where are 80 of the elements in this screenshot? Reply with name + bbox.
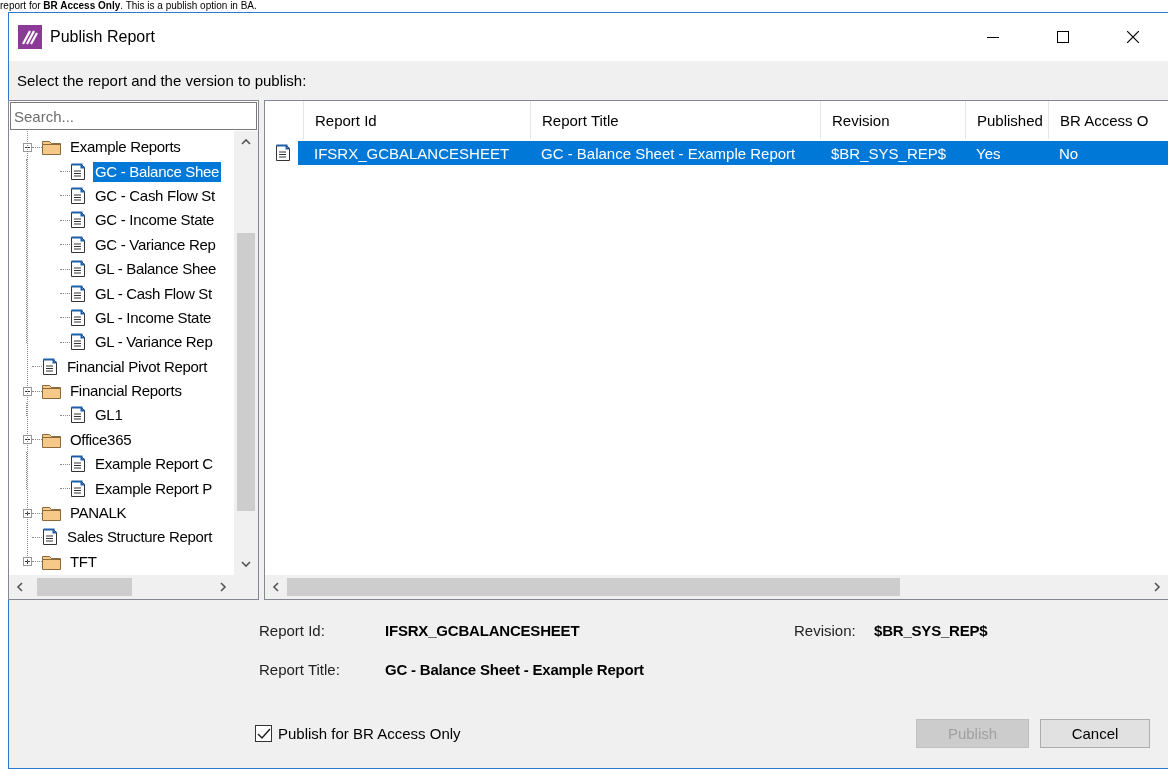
- document-icon: [70, 333, 86, 352]
- field-label: Report Title:: [259, 661, 341, 678]
- tree-item[interactable]: GL1: [93, 405, 125, 426]
- tree-item[interactable]: Office365: [68, 429, 134, 450]
- expand-icon[interactable]: [23, 557, 32, 567]
- scrollbar[interactable]: [9, 575, 234, 599]
- tree-item[interactable]: GC - Balance Shee: [93, 161, 222, 182]
- scrollbar-thumb[interactable]: [237, 233, 255, 511]
- document-icon: [70, 479, 86, 498]
- document-icon: [70, 455, 86, 474]
- close-icon: [1127, 31, 1139, 43]
- arrow-down-icon[interactable]: [240, 558, 252, 570]
- folder-icon: [42, 139, 61, 156]
- folder-icon: [42, 553, 61, 570]
- tree-item[interactable]: PANALK: [68, 503, 129, 524]
- tree-item[interactable]: TFT: [68, 551, 99, 572]
- tree-item[interactable]: GC - Cash Flow St: [93, 185, 217, 206]
- document-icon: [70, 235, 86, 254]
- column-header[interactable]: BR Access O: [1048, 101, 1168, 139]
- tree-item[interactable]: GL - Cash Flow St: [93, 283, 214, 304]
- checkmark-icon: [256, 727, 271, 740]
- folder-icon: [42, 383, 61, 400]
- maximize-icon: [1057, 31, 1069, 43]
- tree-item[interactable]: Financial Reports: [68, 381, 184, 402]
- expand-icon[interactable]: [23, 508, 32, 518]
- field-value: IFSRX_GCBALANCESHEET: [385, 622, 581, 639]
- collapse-icon[interactable]: [23, 142, 32, 152]
- tree-item[interactable]: GL - Balance Shee: [93, 259, 219, 280]
- document-icon: [70, 406, 86, 425]
- tree-item[interactable]: Example Reports: [68, 137, 183, 158]
- table-cell: GC - Balance Sheet - Example Report: [530, 141, 820, 165]
- cancel-button[interactable]: Cancel: [1040, 719, 1150, 748]
- tree-item[interactable]: Sales Structure Report: [65, 527, 215, 548]
- search-field[interactable]: Search...: [10, 102, 257, 130]
- scrollbar[interactable]: [234, 131, 258, 575]
- caption-text: report for BR Access Only. This is a publish option in BA.: [0, 0, 258, 12]
- tree-item[interactable]: Example Report P: [93, 478, 214, 499]
- field-value: GC - Balance Sheet - Example Report: [385, 661, 645, 678]
- field-label: Revision:: [794, 622, 857, 639]
- collapse-icon[interactable]: [23, 435, 32, 445]
- scrollbar-thumb[interactable]: [37, 578, 132, 596]
- app-logo-icon: [18, 25, 42, 49]
- checkbox[interactable]: [255, 725, 272, 742]
- tree-item[interactable]: GL - Variance Rep: [93, 332, 215, 353]
- instruction-text: Select the report and the version to publish:: [17, 72, 307, 89]
- document-icon: [70, 162, 86, 181]
- tree-item[interactable]: Financial Pivot Report: [65, 356, 210, 377]
- arrow-right-icon[interactable]: [217, 581, 229, 593]
- document-icon: [42, 528, 58, 547]
- folder-icon: [42, 505, 61, 522]
- tree-item[interactable]: GC - Variance Rep: [93, 234, 218, 255]
- window-title: Publish Report: [50, 28, 156, 46]
- table-cell: $BR_SYS_REP$: [820, 141, 965, 165]
- tree-item[interactable]: GC - Income State: [93, 210, 217, 231]
- scrollbar[interactable]: [265, 575, 1168, 599]
- document-icon: [70, 260, 86, 279]
- column-header[interactable]: Report Id: [303, 101, 530, 139]
- checkbox-label: Publish for BR Access Only: [278, 725, 461, 742]
- column-header[interactable]: Published: [965, 101, 1048, 139]
- tree-item[interactable]: Example Report C: [93, 454, 215, 475]
- table-cell: Yes: [965, 141, 1048, 165]
- arrow-left-icon[interactable]: [14, 581, 26, 593]
- document-icon: [70, 211, 86, 230]
- column-header[interactable]: Revision: [820, 101, 965, 139]
- document-icon: [70, 308, 86, 327]
- collapse-icon[interactable]: [23, 386, 32, 396]
- document-icon: [275, 144, 291, 162]
- document-icon: [70, 284, 86, 303]
- table-cell: IFSRX_GCBALANCESHEET: [298, 141, 530, 165]
- arrow-right-icon[interactable]: [1151, 581, 1163, 593]
- document-icon: [70, 186, 86, 205]
- document-icon: [42, 357, 58, 376]
- table-cell: No: [1048, 141, 1168, 165]
- column-header[interactable]: Report Title: [530, 101, 820, 139]
- folder-icon: [42, 431, 61, 448]
- arrow-left-icon[interactable]: [270, 581, 282, 593]
- scrollbar-thumb[interactable]: [287, 578, 900, 596]
- field-label: Report Id:: [259, 622, 326, 639]
- field-value: $BR_SYS_REP$: [874, 622, 989, 639]
- tree-item[interactable]: GL - Income State: [93, 307, 214, 328]
